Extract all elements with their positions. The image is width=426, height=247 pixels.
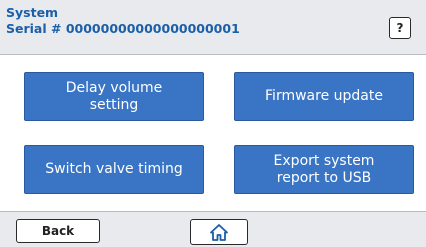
serial-value: 00000000000000000001 xyxy=(65,21,240,36)
footer-bar: Back xyxy=(0,211,426,247)
back-button[interactable]: Back xyxy=(16,219,100,243)
home-button[interactable] xyxy=(190,219,248,245)
switch-valve-timing-button[interactable]: Switch valve timing xyxy=(24,145,204,194)
export-system-report-button[interactable]: Export system report to USB xyxy=(234,145,414,194)
serial-number: Serial # 00000000000000000001 xyxy=(6,21,240,36)
help-button[interactable]: ? xyxy=(389,17,411,39)
header-bar: System Serial # 00000000000000000001 ? xyxy=(0,0,426,55)
system-screen: System Serial # 00000000000000000001 ? D… xyxy=(0,0,426,247)
firmware-update-button[interactable]: Firmware update xyxy=(234,72,414,121)
delay-volume-setting-button[interactable]: Delay volume setting xyxy=(24,72,204,121)
serial-label: Serial # xyxy=(6,21,66,36)
page-title: System xyxy=(6,5,59,20)
home-icon xyxy=(210,223,228,241)
